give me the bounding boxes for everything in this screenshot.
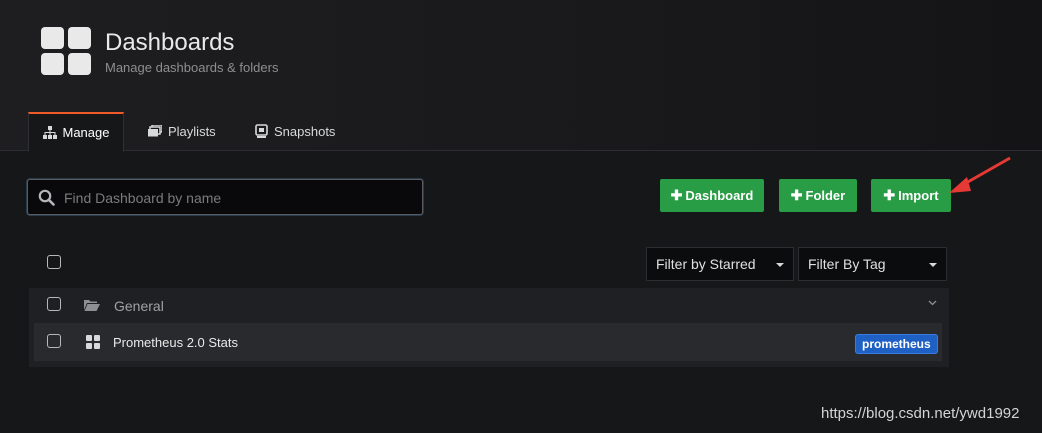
- new-dashboard-button[interactable]: ✚ Dashboard: [660, 179, 764, 212]
- select-label: Filter By Tag: [808, 256, 886, 272]
- plus-icon: ✚: [790, 187, 803, 203]
- plus-icon: ✚: [670, 187, 683, 203]
- chevron-down-icon[interactable]: [928, 300, 937, 306]
- folder-open-icon: [84, 300, 100, 311]
- select-all-checkbox[interactable]: [47, 255, 61, 269]
- search-input[interactable]: [62, 180, 416, 216]
- button-label: Folder: [805, 188, 846, 203]
- watermark-text: https://blog.csdn.net/ywd1992: [821, 405, 1020, 422]
- caret-down-icon: [929, 263, 937, 267]
- select-label: Filter by Starred: [656, 256, 756, 272]
- tab-label: Snapshots: [274, 123, 336, 139]
- snapshot-icon: [255, 124, 268, 138]
- filter-tag-select[interactable]: Filter By Tag: [798, 247, 947, 281]
- filter-starred-select[interactable]: Filter by Starred: [646, 247, 794, 281]
- dashboards-grid-icon: [41, 27, 92, 76]
- tab-label: Playlists: [168, 123, 216, 139]
- page-header: Dashboards Manage dashboards & folders M…: [0, 0, 1042, 152]
- annotation-arrow-icon: [949, 156, 1011, 193]
- tab-label: Manage: [62, 125, 110, 140]
- caret-down-icon: [776, 263, 784, 267]
- dashboard-title[interactable]: Prometheus 2.0 Stats: [113, 335, 238, 350]
- plus-icon: ✚: [883, 187, 896, 203]
- playlist-icon: [148, 125, 162, 137]
- import-button[interactable]: ✚ Import: [871, 179, 951, 212]
- dashboard-grid-icon: [86, 335, 100, 349]
- page-title: Dashboards: [105, 29, 235, 56]
- button-label: Import: [898, 188, 939, 203]
- folder-name: General: [114, 298, 164, 314]
- tab-snapshots[interactable]: Snapshots: [255, 112, 335, 150]
- page-subtitle: Manage dashboards & folders: [105, 60, 279, 75]
- tab-manage[interactable]: Manage: [28, 112, 124, 152]
- folder-row[interactable]: General: [29, 288, 949, 322]
- folder-section: General Prometheus 2.0 Stats prometheus: [29, 288, 949, 367]
- sitemap-icon: [42, 126, 57, 139]
- tag-badge[interactable]: prometheus: [855, 334, 938, 354]
- new-folder-button[interactable]: ✚ Folder: [779, 179, 857, 212]
- folder-checkbox[interactable]: [47, 297, 61, 311]
- dashboard-row[interactable]: Prometheus 2.0 Stats prometheus: [34, 323, 942, 361]
- button-label: Dashboard: [685, 188, 754, 203]
- dashboard-checkbox[interactable]: [47, 334, 61, 348]
- search-icon: [38, 189, 55, 206]
- search-box[interactable]: [27, 179, 423, 216]
- tab-playlists[interactable]: Playlists: [148, 112, 216, 150]
